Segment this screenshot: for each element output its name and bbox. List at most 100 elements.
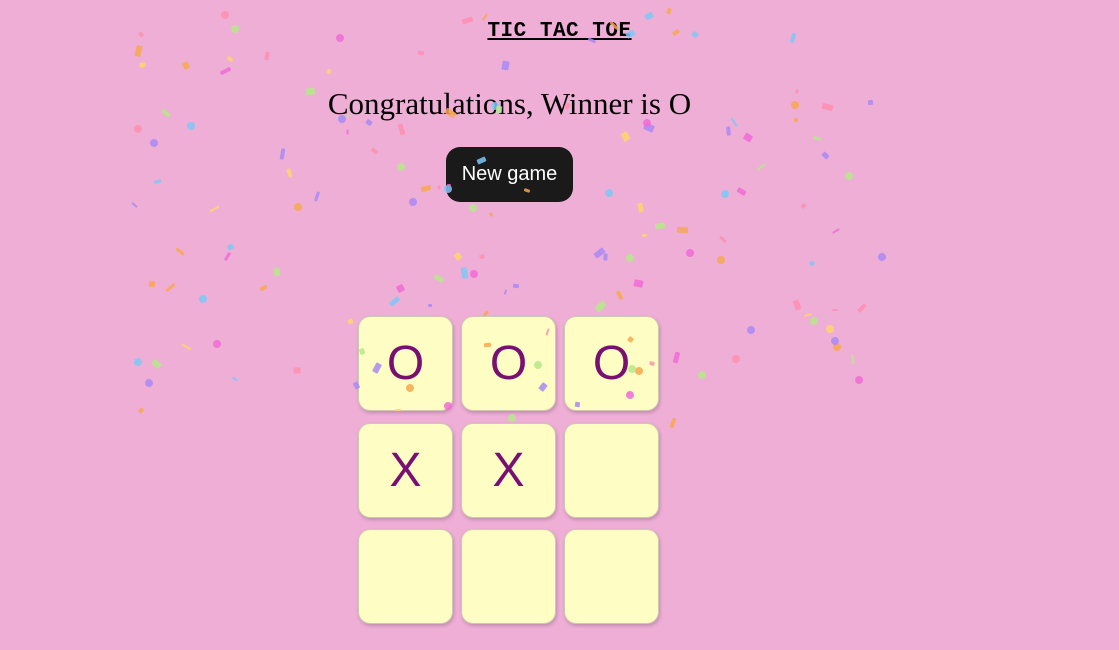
confetti-piece xyxy=(208,205,220,214)
confetti-piece xyxy=(397,123,406,136)
confetti-piece xyxy=(470,269,479,278)
confetti-piece xyxy=(821,151,830,160)
confetti-piece xyxy=(717,256,726,265)
confetti-piece xyxy=(503,289,508,295)
confetti-piece xyxy=(181,61,191,71)
confetti-piece xyxy=(279,147,286,160)
confetti-piece xyxy=(259,284,268,292)
confetti-piece xyxy=(809,316,819,326)
page-title: TIC TAC TOE xyxy=(487,20,632,43)
confetti-piece xyxy=(148,138,159,149)
confetti-piece xyxy=(825,324,834,334)
confetti-piece xyxy=(616,290,624,300)
confetti-piece xyxy=(292,201,304,213)
confetti-piece xyxy=(669,417,677,429)
confetti-piece xyxy=(501,60,511,71)
board-cell-4[interactable]: X xyxy=(358,423,453,518)
confetti-piece xyxy=(719,236,728,244)
confetti-piece xyxy=(853,374,865,386)
confetti-piece xyxy=(620,130,632,143)
confetti-piece xyxy=(736,186,747,196)
confetti-piece xyxy=(830,336,840,346)
confetti-piece xyxy=(420,184,432,192)
confetti-piece xyxy=(148,280,156,288)
confetti-piece xyxy=(221,10,230,19)
confetti-piece xyxy=(803,312,813,317)
board-cell-8[interactable] xyxy=(461,529,556,624)
confetti-piece xyxy=(293,366,301,374)
confetti-piece xyxy=(224,251,232,262)
confetti-piece xyxy=(636,202,644,213)
confetti-piece xyxy=(594,300,608,314)
confetti-piece xyxy=(832,308,839,311)
confetti-piece xyxy=(512,283,520,289)
winner-message: Congratulations, Winner is O xyxy=(327,86,692,121)
confetti-piece xyxy=(877,252,887,263)
confetti-piece xyxy=(479,253,486,259)
confetti-piece xyxy=(181,343,193,351)
confetti-piece xyxy=(175,247,185,256)
confetti-piece xyxy=(792,299,802,311)
confetti-piece xyxy=(603,187,615,198)
confetti-piece xyxy=(745,324,757,336)
confetti-piece xyxy=(800,203,807,210)
confetti-piece xyxy=(212,339,223,350)
game-board: O O O X X xyxy=(358,316,660,624)
confetti-piece xyxy=(138,61,146,69)
confetti-piece xyxy=(132,356,144,368)
confetti-piece xyxy=(633,278,644,288)
confetti-piece xyxy=(466,202,479,214)
board-cell-3[interactable]: O xyxy=(564,316,659,411)
confetti-piece xyxy=(395,283,406,294)
confetti-piece xyxy=(672,351,681,364)
confetti-piece xyxy=(226,243,235,251)
confetti-piece xyxy=(137,407,145,414)
confetti-piece xyxy=(134,44,144,57)
confetti-piece xyxy=(153,178,162,184)
board-cell-5[interactable]: X xyxy=(461,423,556,518)
board-cell-6[interactable] xyxy=(564,423,659,518)
confetti-piece xyxy=(370,147,379,155)
confetti-piece xyxy=(226,55,234,63)
confetti-piece xyxy=(725,126,731,136)
confetti-piece xyxy=(264,51,270,61)
confetti-piece xyxy=(655,221,666,230)
confetti-piece xyxy=(428,304,433,308)
confetti-piece xyxy=(843,171,854,181)
confetti-piece xyxy=(133,124,143,134)
confetti-piece xyxy=(624,252,635,264)
confetti-piece xyxy=(488,211,493,217)
board-cell-9[interactable] xyxy=(564,529,659,624)
confetti-piece xyxy=(231,376,238,382)
new-game-button[interactable]: New game xyxy=(446,147,573,202)
confetti-piece xyxy=(273,267,281,277)
confetti-piece xyxy=(641,233,648,237)
confetti-piece xyxy=(460,266,469,279)
confetti-piece xyxy=(808,260,815,267)
confetti-piece xyxy=(165,283,176,293)
confetti-piece xyxy=(219,67,231,76)
confetti-piece xyxy=(676,226,689,233)
confetti-piece xyxy=(418,50,425,56)
confetti-piece xyxy=(730,353,742,365)
confetti-piece xyxy=(684,247,696,259)
confetti-piece xyxy=(131,202,139,209)
confetti-piece xyxy=(832,342,842,352)
board-cell-1[interactable]: O xyxy=(358,316,453,411)
confetti-piece xyxy=(197,293,209,305)
confetti-piece xyxy=(832,228,841,235)
confetti-piece xyxy=(696,369,707,380)
confetti-piece xyxy=(812,135,821,141)
confetti-piece xyxy=(719,188,731,200)
confetti-piece xyxy=(850,354,854,365)
confetti-piece xyxy=(665,7,672,15)
confetti-piece xyxy=(395,162,406,172)
confetti-piece xyxy=(453,251,463,262)
confetti-piece xyxy=(603,253,608,261)
confetti-piece xyxy=(407,197,418,207)
confetti-piece xyxy=(432,273,445,283)
confetti-piece xyxy=(326,68,333,75)
confetti-piece xyxy=(857,303,868,314)
board-cell-2[interactable]: O xyxy=(461,316,556,411)
board-cell-7[interactable] xyxy=(358,529,453,624)
